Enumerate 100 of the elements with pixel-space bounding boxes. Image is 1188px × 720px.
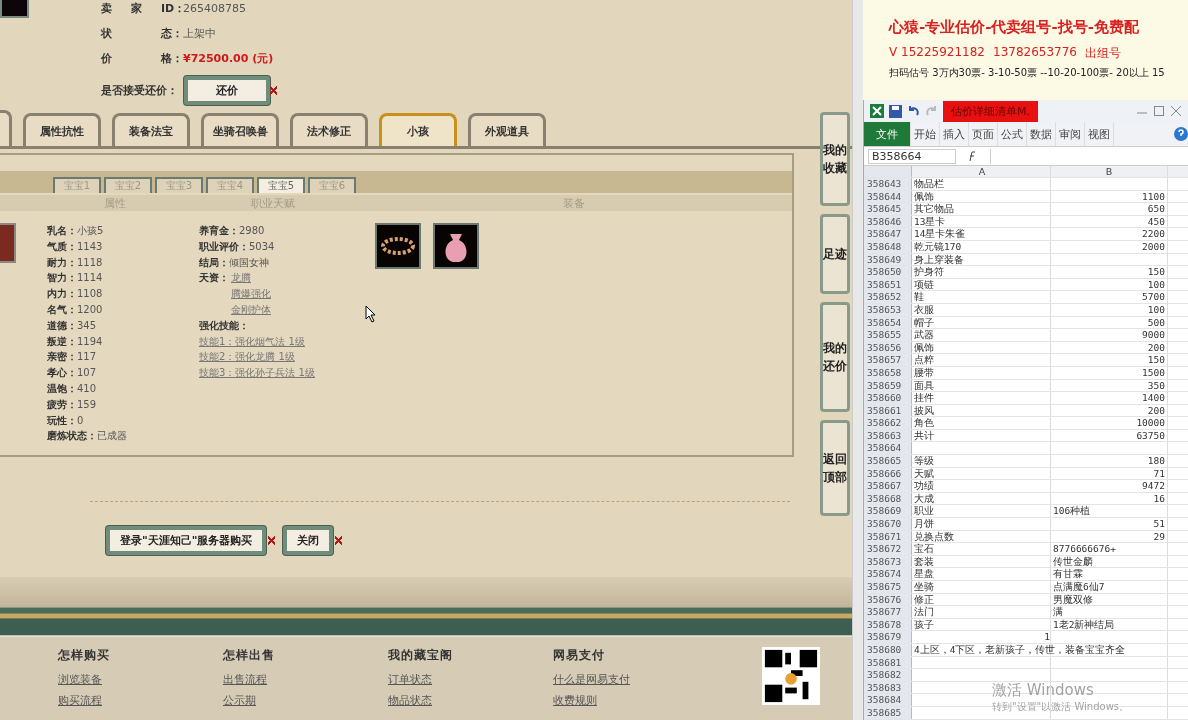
talent-link[interactable]: 金刚护体: [231, 302, 271, 318]
table-cell: 功绩: [914, 480, 934, 492]
footer-link[interactable]: 订单状态: [388, 672, 432, 687]
save-icon[interactable]: [889, 104, 902, 118]
career-text: 养育金：2980: [199, 224, 266, 238]
table-cell: 点满魔6仙7: [1053, 581, 1105, 592]
table-cell: 护身符: [914, 266, 944, 278]
footer-link[interactable]: 购买流程: [58, 693, 102, 708]
table-cell: 71: [1153, 467, 1165, 479]
action-button[interactable]: 关闭: [283, 526, 334, 555]
table-cell: 5700: [1142, 291, 1165, 303]
row-number[interactable]: 358657: [864, 354, 912, 366]
pouch-item-icon[interactable]: [433, 223, 479, 269]
footer-link[interactable]: 公示期: [223, 693, 256, 708]
column-header[interactable]: B: [1051, 166, 1168, 177]
tab[interactable]: [0, 110, 12, 146]
column-header[interactable]: A: [912, 166, 1051, 177]
row-number[interactable]: 358664: [864, 442, 912, 455]
row-number[interactable]: 358645: [864, 203, 912, 215]
row-number[interactable]: 358669: [864, 505, 912, 518]
maximize-icon[interactable]: [1153, 105, 1165, 117]
ribbon-tab[interactable]: 数据: [1027, 122, 1056, 146]
attribute-text: 磨炼状态：已成器: [47, 429, 128, 444]
footer-link[interactable]: 物品状态: [388, 693, 432, 708]
table-cell: 有甘霖: [1053, 568, 1083, 580]
row-number[interactable]: 358674: [864, 568, 912, 580]
tab[interactable]: 坐骑召唤兽: [201, 113, 279, 146]
tab[interactable]: 法术修正: [290, 113, 368, 146]
attribute-text: 叛逆：1194: [47, 334, 104, 349]
table-cell: 200: [1147, 341, 1165, 353]
tab[interactable]: 小孩: [379, 113, 457, 146]
help-icon[interactable]: [1174, 127, 1188, 141]
ad-text: 扫码估号 3万内30票- 3-10-50票 --10-20-100票- 20以上 15: [889, 66, 1166, 80]
redo-icon[interactable]: [925, 104, 938, 118]
ribbon-tab[interactable]: 页面: [969, 122, 998, 146]
talent-link[interactable]: 腾爆强化: [231, 286, 271, 302]
child-tab[interactable]: 宝宝5: [257, 177, 305, 193]
row-number[interactable]: 358677: [864, 606, 912, 618]
tab[interactable]: 装备法宝: [112, 113, 190, 146]
side-nav-button[interactable]: 我的收藏: [820, 112, 850, 206]
ribbon-tab[interactable]: 开始: [911, 122, 940, 146]
table-cell: 佩饰: [914, 341, 934, 353]
action-button[interactable]: 登录"天涯知己"服务器购买: [106, 526, 267, 555]
name-box[interactable]: B358664: [868, 148, 956, 164]
cross-icon: [270, 85, 277, 95]
field-label: 价: [101, 50, 113, 66]
row-number[interactable]: 358650: [864, 266, 912, 278]
row-number[interactable]: 358667: [864, 480, 912, 492]
row-number[interactable]: 358675: [864, 581, 912, 593]
table-cell: 10000: [1136, 417, 1165, 429]
ribbon-tab[interactable]: 公式: [998, 122, 1027, 146]
ribbon-tab[interactable]: 插入: [940, 122, 969, 146]
undo-icon[interactable]: [907, 104, 920, 118]
row-number[interactable]: 358662: [864, 417, 912, 429]
footer-link[interactable]: 什么是网易支付: [553, 672, 630, 687]
footer-link[interactable]: 浏览装备: [58, 672, 102, 687]
close-icon[interactable]: [1170, 105, 1182, 117]
tab[interactable]: 属性抗性: [23, 113, 101, 146]
row-number[interactable]: 358670: [864, 518, 912, 530]
counteroffer-button[interactable]: 还价: [184, 75, 270, 105]
table-cell: 点粹: [914, 354, 934, 366]
field-label: 家: [131, 1, 142, 15]
row-number[interactable]: 358643: [864, 178, 912, 190]
cross-icon: [335, 536, 343, 545]
table-cell: 200: [1147, 404, 1165, 416]
side-nav-button[interactable]: 我的还价: [820, 302, 850, 412]
row-number[interactable]: 358682: [864, 669, 912, 681]
row-number[interactable]: 358672: [864, 543, 912, 555]
row-number[interactable]: 358665: [864, 455, 912, 467]
side-nav-button[interactable]: 返回顶部: [820, 420, 850, 516]
row-number[interactable]: 358679: [864, 631, 912, 643]
skill-link[interactable]: 技能1：强化烟气法 1级: [199, 335, 305, 347]
ribbon-tab[interactable]: 文件: [864, 122, 911, 146]
footer-heading: 怎样出售: [223, 647, 276, 664]
scrollbar[interactable]: [852, 0, 863, 720]
table-cell: 1老2新神结局: [1053, 618, 1115, 630]
ribbon-tab[interactable]: 视图: [1085, 122, 1114, 146]
attribute-text: 气质：1143: [47, 239, 104, 254]
side-nav-button[interactable]: 足迹: [820, 214, 850, 294]
talent-link[interactable]: 龙腾: [231, 270, 271, 287]
row-number[interactable]: 358660: [864, 392, 912, 404]
ribbon-tab[interactable]: 审阅: [1056, 122, 1085, 146]
row-number[interactable]: 358655: [864, 329, 912, 341]
skill-link[interactable]: 技能2：强化龙腾 1级: [199, 351, 295, 363]
table-cell: 角色: [914, 417, 934, 429]
table-cell: 兑换点数: [914, 530, 954, 542]
row-number[interactable]: 358652: [864, 291, 912, 303]
row-number[interactable]: 358684: [864, 694, 912, 706]
attribute-text: 乳名：小孩5: [47, 224, 105, 238]
activation-notice-text: 转到"设置"以激活 Windows。: [992, 700, 1130, 714]
tab[interactable]: 外观道具: [468, 113, 546, 146]
table-cell: 孩子: [914, 618, 934, 630]
table-cell: 450: [1147, 215, 1165, 227]
footer-link[interactable]: 收费规则: [553, 693, 597, 708]
wreath-item-icon[interactable]: [375, 223, 421, 269]
footer-link[interactable]: 出售流程: [223, 672, 267, 687]
career-text: 结局：倾国女神: [199, 255, 270, 270]
row-number[interactable]: 358647: [864, 228, 912, 240]
skill-link[interactable]: 技能3：强化孙子兵法 1级: [199, 367, 315, 379]
table-cell: 坐骑: [914, 581, 934, 592]
